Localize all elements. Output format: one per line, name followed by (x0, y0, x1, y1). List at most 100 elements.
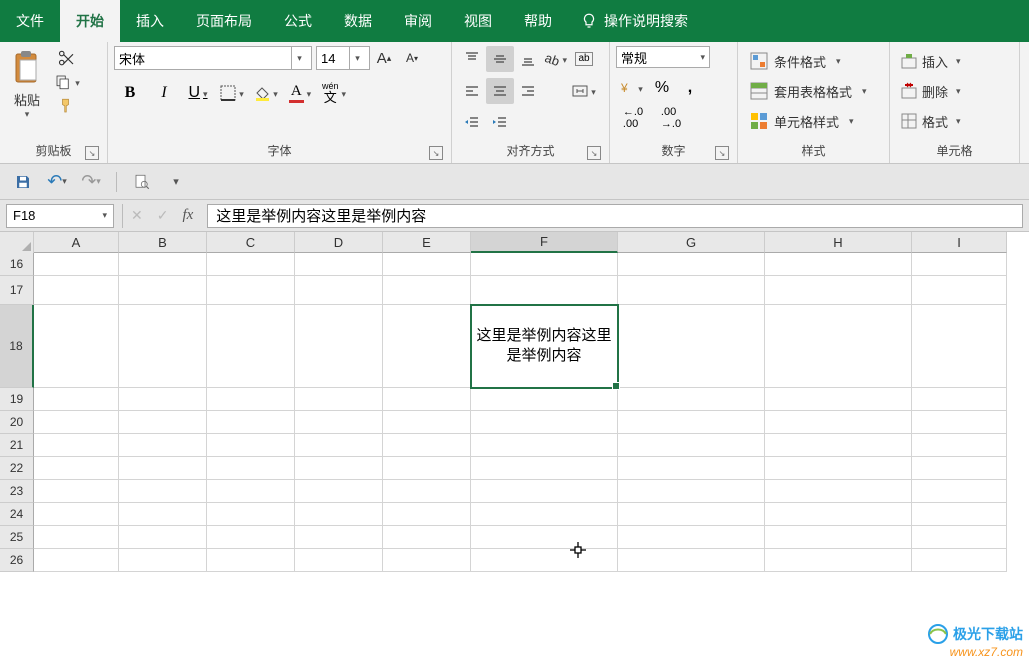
cell-E21[interactable] (383, 434, 471, 457)
cell-A20[interactable] (34, 411, 119, 434)
format-painter-button[interactable] (52, 94, 82, 118)
cell-D23[interactable] (295, 480, 383, 503)
format-cells-button[interactable]: 格式▾ (896, 108, 1013, 134)
cell-H21[interactable] (765, 434, 912, 457)
align-center-button[interactable] (486, 78, 514, 104)
column-header-A[interactable]: A (34, 232, 119, 253)
select-all-corner[interactable] (0, 232, 34, 254)
cell-F18[interactable]: 这里是举例内容这里是举例内容 (471, 305, 618, 388)
cell-G18[interactable] (618, 305, 765, 388)
column-header-F[interactable]: F (471, 232, 618, 253)
cell-F25[interactable] (471, 526, 618, 549)
cell-B23[interactable] (119, 480, 207, 503)
cell-B18[interactable] (119, 305, 207, 388)
row-header-23[interactable]: 23 (0, 480, 34, 503)
tab-formulas[interactable]: 公式 (268, 0, 328, 42)
name-box[interactable]: F18▾ (6, 204, 114, 228)
row-header-16[interactable]: 16 (0, 253, 34, 276)
cell-I22[interactable] (912, 457, 1007, 480)
cancel-edit-button[interactable]: ✕ (131, 207, 143, 224)
align-dialog-launcher[interactable]: ↘ (587, 146, 601, 160)
cell-F19[interactable] (471, 388, 618, 411)
cell-G25[interactable] (618, 526, 765, 549)
font-dialog-launcher[interactable]: ↘ (429, 146, 443, 160)
phonetic-guide-button[interactable]: wén文 (318, 80, 350, 106)
percent-button[interactable]: % (650, 76, 674, 100)
cell-I17[interactable] (912, 276, 1007, 305)
copy-button[interactable] (52, 70, 82, 94)
cut-button[interactable] (52, 46, 82, 70)
cell-F22[interactable] (471, 457, 618, 480)
border-button[interactable] (216, 80, 248, 106)
cell-D25[interactable] (295, 526, 383, 549)
increase-font-button[interactable]: A▴ (370, 46, 398, 70)
align-left-button[interactable] (458, 78, 486, 104)
cell-D22[interactable] (295, 457, 383, 480)
cell-E19[interactable] (383, 388, 471, 411)
cell-I24[interactable] (912, 503, 1007, 526)
cell-E17[interactable] (383, 276, 471, 305)
align-bottom-button[interactable] (514, 46, 542, 72)
cell-H25[interactable] (765, 526, 912, 549)
cell-H24[interactable] (765, 503, 912, 526)
cell-A16[interactable] (34, 253, 119, 276)
row-header-19[interactable]: 19 (0, 388, 34, 411)
cell-C16[interactable] (207, 253, 295, 276)
insert-function-button[interactable]: fx (182, 207, 193, 224)
cell-H18[interactable] (765, 305, 912, 388)
cell-G20[interactable] (618, 411, 765, 434)
bold-button[interactable]: B (114, 80, 146, 106)
cell-F24[interactable] (471, 503, 618, 526)
column-header-H[interactable]: H (765, 232, 912, 253)
cell-H17[interactable] (765, 276, 912, 305)
cell-A22[interactable] (34, 457, 119, 480)
cell-C18[interactable] (207, 305, 295, 388)
cell-D24[interactable] (295, 503, 383, 526)
cell-F17[interactable] (471, 276, 618, 305)
cell-styles-button[interactable]: 单元格样式▾ (744, 108, 883, 134)
cell-B16[interactable] (119, 253, 207, 276)
tab-view[interactable]: 视图 (448, 0, 508, 42)
decrease-decimal-button[interactable]: .00→.0 (654, 106, 688, 130)
cell-E18[interactable] (383, 305, 471, 388)
cell-H23[interactable] (765, 480, 912, 503)
cell-B17[interactable] (119, 276, 207, 305)
cell-G24[interactable] (618, 503, 765, 526)
comma-style-button[interactable]: , (678, 76, 702, 100)
row-header-17[interactable]: 17 (0, 276, 34, 305)
cell-B22[interactable] (119, 457, 207, 480)
cell-D26[interactable] (295, 549, 383, 572)
cell-I23[interactable] (912, 480, 1007, 503)
cell-A25[interactable] (34, 526, 119, 549)
tab-review[interactable]: 审阅 (388, 0, 448, 42)
row-header-25[interactable]: 25 (0, 526, 34, 549)
cell-A26[interactable] (34, 549, 119, 572)
cell-B20[interactable] (119, 411, 207, 434)
cell-A18[interactable] (34, 305, 119, 388)
cell-I26[interactable] (912, 549, 1007, 572)
tab-insert[interactable]: 插入 (120, 0, 180, 42)
cell-E22[interactable] (383, 457, 471, 480)
cell-C23[interactable] (207, 480, 295, 503)
underline-button[interactable]: U (182, 80, 214, 106)
tell-me-search[interactable]: 操作说明搜索 (580, 11, 688, 31)
tab-file[interactable]: 文件 (0, 0, 60, 42)
increase-decimal-button[interactable]: ←.0.00 (616, 106, 650, 130)
cell-I21[interactable] (912, 434, 1007, 457)
cell-C21[interactable] (207, 434, 295, 457)
wrap-text-button[interactable]: ab (570, 46, 598, 72)
cell-E24[interactable] (383, 503, 471, 526)
print-preview-button[interactable] (129, 169, 155, 195)
cell-I25[interactable] (912, 526, 1007, 549)
number-format-select[interactable]: 常规▾ (616, 46, 710, 68)
cell-C25[interactable] (207, 526, 295, 549)
column-header-C[interactable]: C (207, 232, 295, 253)
cell-G17[interactable] (618, 276, 765, 305)
cell-B19[interactable] (119, 388, 207, 411)
paste-button[interactable]: 粘贴 ▾ (6, 46, 48, 140)
spreadsheet-grid[interactable]: ABCDEFGHI 1617181920212223242526 这里是举例内容… (0, 232, 1029, 665)
cell-F23[interactable] (471, 480, 618, 503)
cell-H26[interactable] (765, 549, 912, 572)
cell-A17[interactable] (34, 276, 119, 305)
tab-help[interactable]: 帮助 (508, 0, 568, 42)
